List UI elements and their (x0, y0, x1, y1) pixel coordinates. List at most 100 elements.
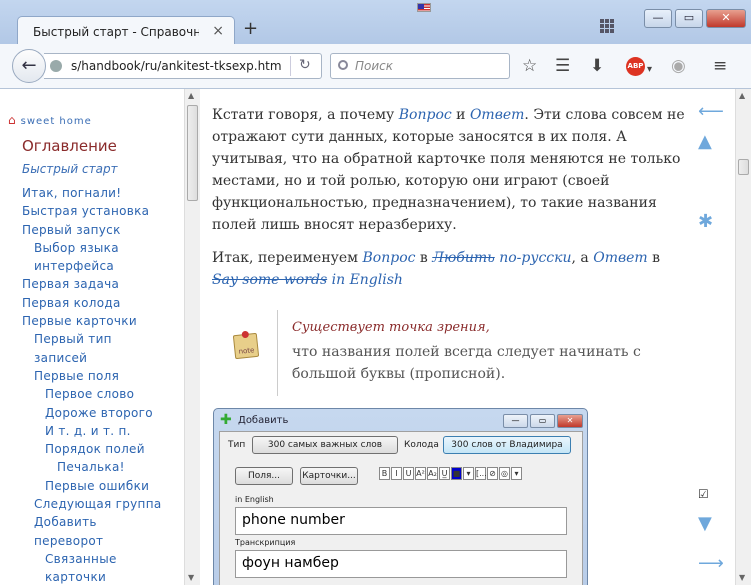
text: . Эти слова совсем не отражают сути данн… (212, 107, 685, 233)
search-icon (338, 60, 348, 70)
toc-item[interactable]: Первые карточки (8, 312, 184, 330)
format-button: U (403, 467, 414, 480)
language-flag-icon[interactable] (417, 3, 431, 12)
tab-close-icon[interactable]: × (212, 23, 224, 39)
home-link[interactable]: ⌂ sweet home (8, 109, 184, 128)
toc-item[interactable]: Следующая группа (8, 495, 184, 513)
menu-icon[interactable]: ≡ (713, 57, 727, 75)
page-scrollbar[interactable]: ▲ ▼ (735, 89, 751, 585)
toc-item[interactable]: Первые ошибки (8, 477, 184, 495)
url-text: s/handbook/ru/ankitest-tksexp.htm (71, 59, 282, 73)
replacement-term: in English (327, 272, 403, 288)
rail-checkbox-icon[interactable]: ☑ (698, 487, 709, 501)
sync-icon[interactable]: ◉ (671, 57, 686, 75)
maximize-button[interactable]: ▭ (675, 9, 703, 28)
star-icon[interactable]: ☆ (522, 57, 537, 75)
toc-item[interactable]: Добавить (8, 513, 184, 531)
scroll-down-arrow-icon[interactable]: ▼ (739, 573, 745, 582)
scroll-down-arrow-icon[interactable]: ▼ (188, 573, 194, 582)
toc-item[interactable]: переворот (8, 532, 184, 550)
type-select-button: 300 самых важных слов (252, 436, 398, 454)
toc-item[interactable]: Итак, погнали! (8, 184, 184, 202)
toc-item[interactable]: Первые поля (8, 367, 184, 385)
rail-right-arrow-icon[interactable]: ⟶ (698, 553, 724, 574)
toc-item[interactable]: Связанные (8, 550, 184, 568)
note-divider (277, 310, 278, 396)
note-heading: Существует точка зрения, (292, 320, 490, 335)
adblock-icon[interactable]: ABP (626, 57, 645, 76)
toc-item[interactable]: Печалька! (8, 458, 184, 476)
add-dialog-screenshot: ✚ Добавить — ▭ ✕ Тип 300 самых важных сл… (213, 408, 588, 585)
toc-item[interactable]: карточки (8, 568, 184, 585)
toc-item[interactable]: Первая задача (8, 275, 184, 293)
toc-item[interactable]: Выбор языка (8, 239, 184, 257)
url-bar[interactable]: s/handbook/ru/ankitest-tksexp.htm (44, 53, 322, 79)
toc-quick-start[interactable]: Быстрый старт (8, 162, 184, 176)
home-link-label: sweet home (20, 116, 92, 127)
tab-active[interactable]: Быстрый старт - Справочник ... × (17, 16, 235, 46)
toc-item[interactable]: записей (8, 349, 184, 367)
note-body: что названия полей всегда следует начина… (292, 344, 641, 382)
close-button[interactable]: ✕ (706, 9, 746, 28)
reading-list-icon[interactable]: ☰ (555, 57, 570, 75)
globe-icon (50, 60, 62, 72)
toc-item[interactable]: Дороже второго (8, 404, 184, 422)
replacement-term: по-русски (494, 250, 572, 266)
reload-icon[interactable]: ↻ (299, 57, 311, 73)
note-pin-icon: note (232, 332, 260, 360)
toc-item[interactable]: Порядок полей (8, 440, 184, 458)
back-button[interactable]: ← (12, 49, 46, 83)
term-question: Вопрос (362, 250, 416, 266)
format-button: B (379, 467, 390, 480)
add-icon: ✚ (220, 412, 232, 428)
note-block: note Существует точка зрения, что назван… (212, 310, 687, 396)
scrollbar-thumb[interactable] (187, 105, 198, 201)
format-button: I (391, 467, 402, 480)
search-input[interactable]: Поиск (330, 53, 510, 79)
rail-left-arrow-icon[interactable]: ⟵ (698, 101, 724, 122)
term-answer: Ответ (593, 250, 648, 266)
page-content: ⌂ sweet home Оглавление Быстрый старт Ита… (0, 89, 751, 585)
deck-select-button: 300 слов от Владимира (443, 436, 571, 454)
dialog-title: Добавить (238, 415, 289, 426)
tab-groups-icon[interactable] (600, 19, 614, 33)
deck-label: Колода (404, 440, 439, 450)
new-tab-button[interactable]: + (243, 20, 258, 38)
scroll-up-arrow-icon[interactable]: ▲ (188, 91, 194, 100)
toc-item[interactable]: И т. д. и т. п. (8, 422, 184, 440)
toc-item[interactable]: Первый тип (8, 330, 184, 348)
dialog-close-button: ✕ (557, 414, 583, 428)
format-toolbar: B I U A² A₂ U̲ ■ ▾ [...]⊘ ◎ ▾ (379, 467, 523, 483)
article: Кстати говоря, а почему Вопрос и Ответ. … (201, 89, 687, 585)
format-button: ◎ (499, 467, 510, 480)
rail-snowflake-icon[interactable]: ✱ (698, 211, 713, 232)
field2-label: Транскрипция (235, 538, 296, 547)
rail-down-triangle-icon[interactable]: ▼ (698, 513, 712, 534)
toc-item[interactable]: интерфейса (8, 257, 184, 275)
scroll-up-arrow-icon[interactable]: ▲ (739, 91, 745, 100)
format-button: A₂ (427, 467, 438, 480)
rail-up-triangle-icon[interactable]: ▲ (698, 131, 712, 152)
format-button: ■ (451, 467, 462, 480)
tab-title: Быстрый старт - Справочник ... (33, 25, 199, 39)
sidebar-scrollbar[interactable]: ▲ ▼ (184, 89, 200, 585)
toc-item[interactable]: Быстрая установка (8, 202, 184, 220)
text: и (451, 107, 470, 123)
toc-item[interactable]: Первое слово (8, 385, 184, 403)
text: Итак, переименуем (212, 250, 363, 266)
format-button: U̲ (439, 467, 450, 480)
paragraph-2: Итак, переименуем Вопрос в Любить по-рус… (212, 247, 687, 291)
format-button: ▾ (463, 467, 474, 480)
minimize-button[interactable]: — (644, 9, 672, 28)
dialog-minimize-button: — (503, 414, 528, 428)
field2-input: фоун намбер (235, 550, 567, 578)
dialog-body: Тип 300 самых важных слов Колода 300 сло… (219, 431, 583, 585)
toc-item[interactable]: Первая колода (8, 294, 184, 312)
adblock-dropdown-icon[interactable]: ▾ (647, 61, 652, 79)
download-icon[interactable]: ⬇ (590, 57, 604, 75)
url-separator (290, 56, 291, 76)
sidebar: ⌂ sweet home Оглавление Быстрый старт Ита… (0, 89, 184, 585)
scrollbar-thumb[interactable] (738, 159, 749, 175)
field1-input: phone number (235, 507, 567, 535)
toc-item[interactable]: Первый запуск (8, 221, 184, 239)
